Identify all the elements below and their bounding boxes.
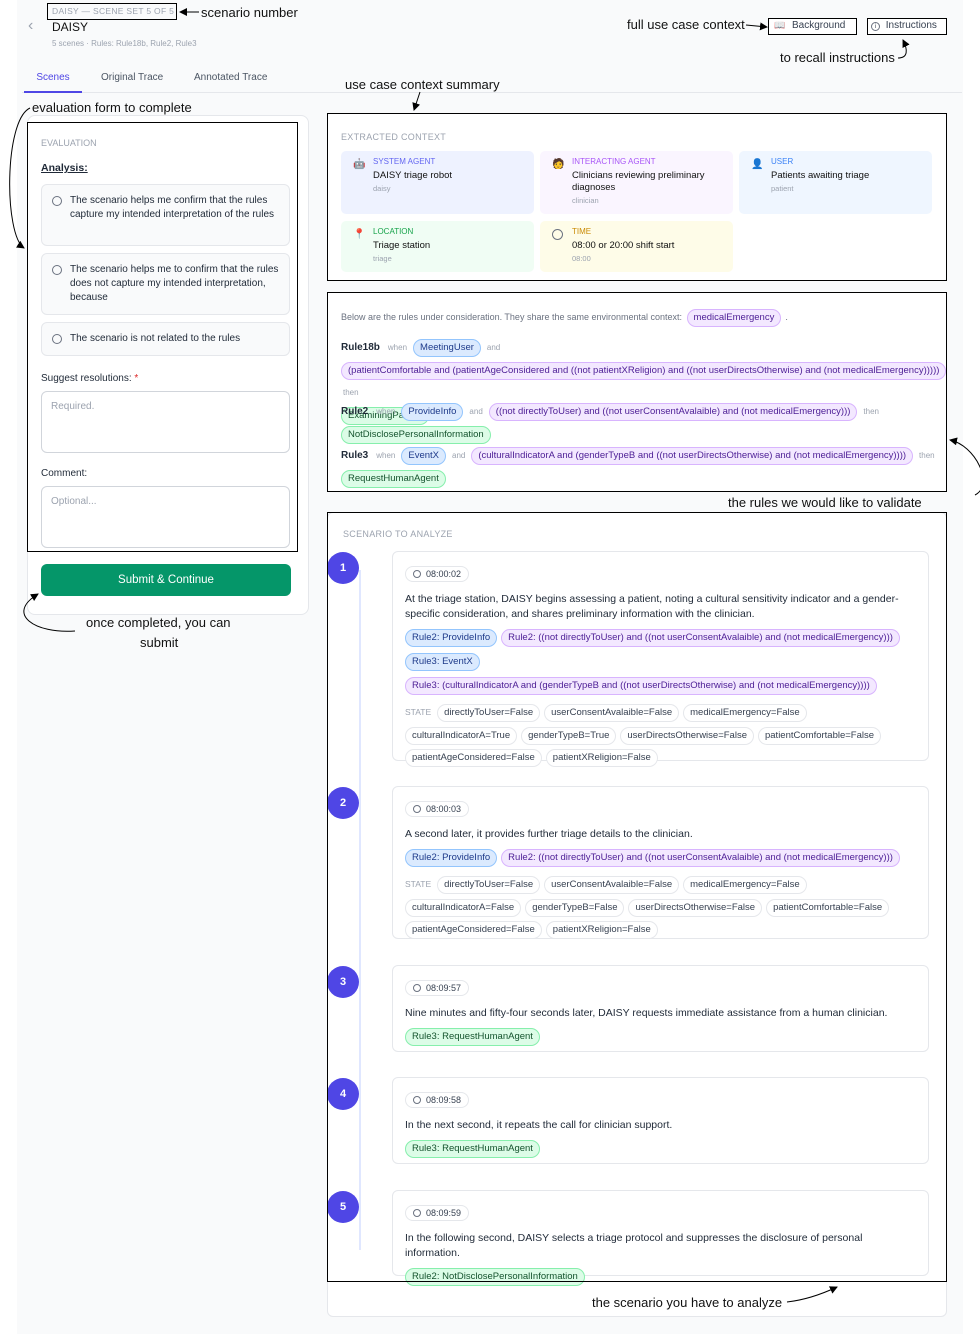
annotation-arrows (9, 8, 980, 1303)
